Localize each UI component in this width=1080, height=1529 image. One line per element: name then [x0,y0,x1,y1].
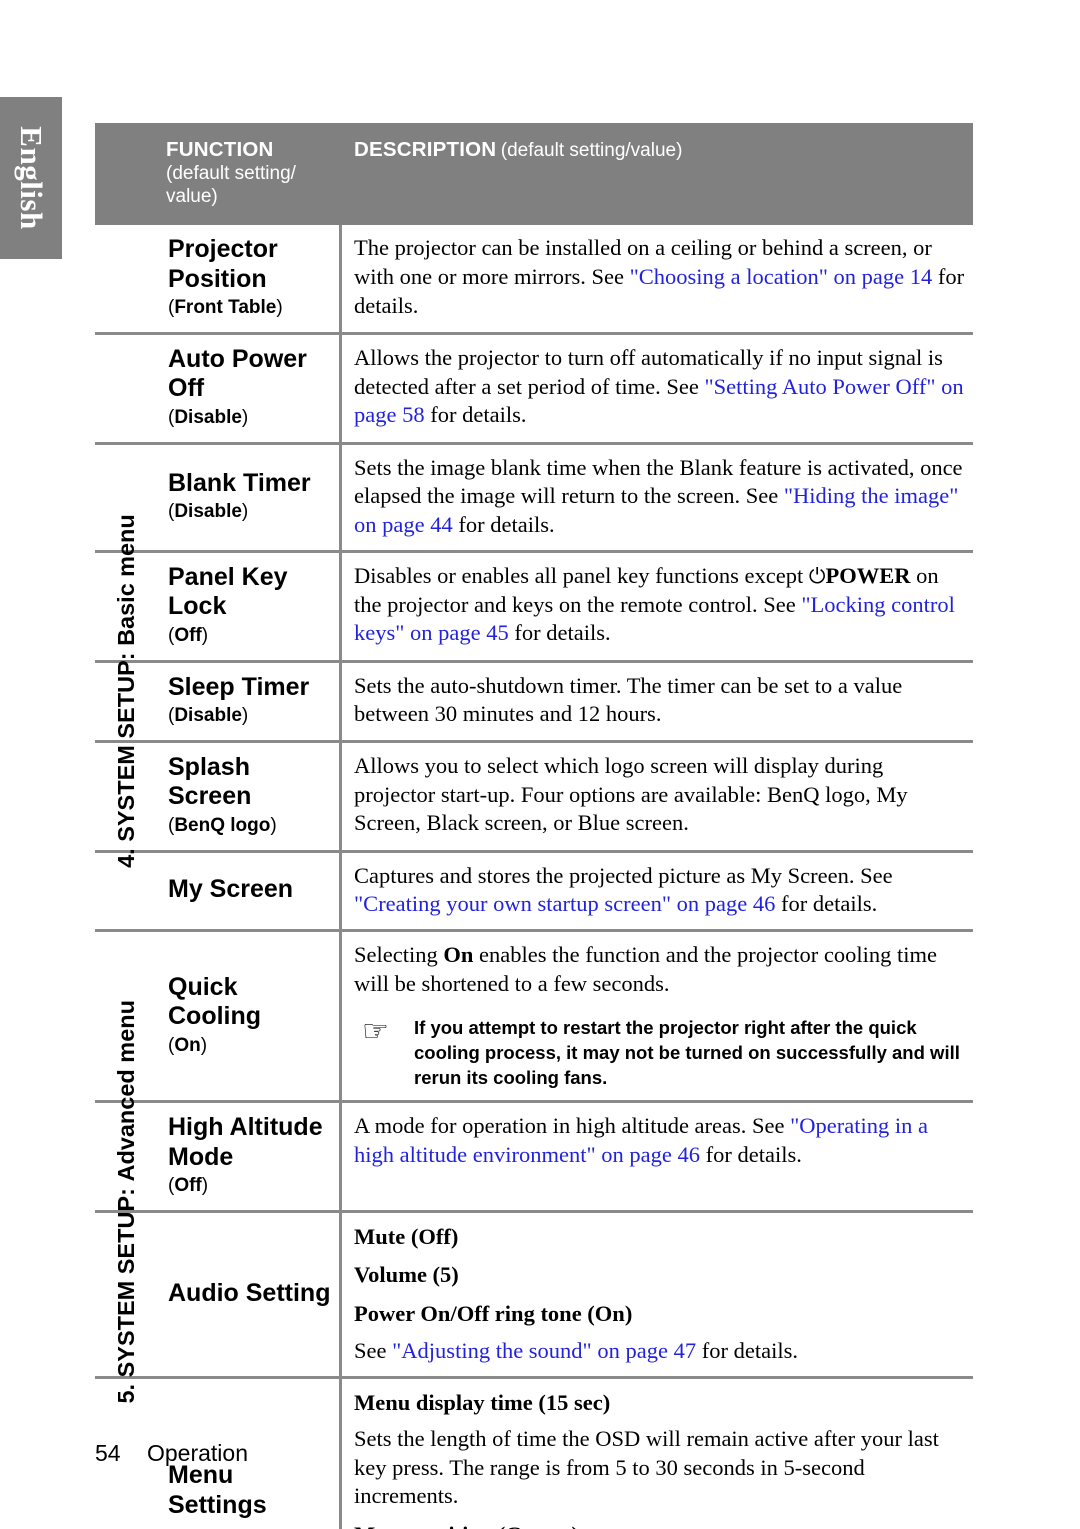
callout-note-text: If you attempt to restart the projector … [414,1016,960,1089]
description-subheading: Volume (5) [354,1262,459,1288]
description-text: Sets the length of time the OSD will rem… [354,1425,939,1509]
table-body: Projector Position (Front Table) The proje… [95,225,973,1529]
language-tab: English [0,97,62,259]
description-subheading: Power On/Off ring tone (On) [354,1300,633,1326]
group-label: 4. SYSTEM SETUP: Basic menu [113,513,140,868]
header-function-cell: FUNCTION (default setting/ value) [158,123,342,225]
description-subheading: Menu position (Center) [354,1520,965,1529]
header-function-title: FUNCTION [166,138,274,161]
description-text: Sets the image blank time when the Blank… [354,454,963,538]
function-default-value: (Front Table) [168,297,283,318]
description-text: Captures and stores the projected pictur… [354,862,893,917]
function-cell: Audio Setting [158,1213,342,1376]
callout-note: ☞ If you attempt to restart the projector… [354,1015,965,1090]
description-text: A mode for operation in high altitude ar… [354,1113,929,1168]
table-row: High Altitude Mode (Off) A mode for operat… [95,1100,973,1211]
description-cell: Selecting On enables the function and th… [342,932,973,1100]
table-row: Panel Key Lock (Off) Disables or enables a… [95,549,973,660]
footer-section-label: Operation [146,1440,248,1466]
function-cell: Splash Screen (BenQ logo) [158,742,342,850]
function-name: Sleep Timer [168,672,310,701]
table-row: Audio Setting Mute (Off) Volume (5) Power O… [95,1210,973,1376]
function-cell: Blank Timer (Disable) [158,444,342,550]
group-label: 5. SYSTEM SETUP: Advanced menu [113,1000,140,1404]
group-label-wrapper: 5. SYSTEM SETUP: Advanced menu [95,1000,158,1404]
function-default-value: (Off) [168,624,209,646]
group-label-line-1: 4. SYSTEM SETUP: Basic [113,582,140,868]
function-name: Menu Settings [168,1461,267,1519]
description-cell: Disables or enables all panel key functi… [342,553,973,660]
table-row: Quick Cooling (On) Selecting On enables th… [95,929,973,1101]
function-default-value: (Disable) [168,406,249,428]
function-default-value: (On) [168,1034,208,1056]
table-row: Projector Position (Front Table) The proje… [95,225,973,332]
function-cell: Panel Key Lock (Off) [158,552,342,660]
description-cell: Captures and stores the projected pictur… [342,853,973,930]
description-cell: Sets the auto-shutdown timer. The timer … [342,663,973,740]
function-name: Quick Cooling [168,972,262,1031]
pointing-hand-icon: ☞ [362,1013,389,1049]
page-footer: 54 Operation [95,1440,248,1467]
function-cell: Quick Cooling (On) [158,932,342,1101]
function-name: My Screen [168,875,294,904]
function-cell: My Screen [158,852,342,930]
footer-page-number: 54 [95,1440,121,1466]
function-cell: Projector Position (Front Table) [158,225,342,332]
function-name: Panel Key Lock [168,562,288,621]
function-description-table: FUNCTION (default setting/ value) DESCRI… [95,123,973,1529]
function-default-value: (Off) [168,1175,209,1197]
header-description-title: DESCRIPTION [354,138,497,161]
description-subheading: Mute (Off) [354,1224,459,1250]
header-description-line: DESCRIPTION (default setting/value) [354,137,963,162]
function-default-value: (Disable) [168,705,249,727]
group-label-line-2: menu [113,513,140,577]
function-name: Audio Setting [168,1278,331,1307]
group-label-line-1: 5. SYSTEM SETUP: [113,1188,140,1404]
description-text: Allows you to select which logo screen w… [354,752,908,836]
function-name: Blank Timer [168,468,311,497]
manual-page: English FUNCTION (default setting/ value… [0,0,1080,1529]
group-basic: 4. SYSTEM SETUP: Basic menu [95,330,158,1051]
description-text: Disables or enables all panel key functi… [354,562,955,646]
description-cell: The projector can be installed on a ceil… [342,225,973,332]
header-spacer-cell [95,123,158,225]
table-row: Blank Timer (Disable) Sets the image blank… [95,441,973,550]
language-tab-label: English [14,126,49,230]
header-description-subtitle: (default setting/value) [500,140,683,161]
group-label-line-2: Advanced menu [113,1000,140,1182]
function-cell: Auto Power Off (Disable) [158,334,342,442]
function-name: Splash Screen [168,752,252,811]
table-row: My Screen Captures and stores the project… [95,849,973,930]
description-text: Allows the projector to turn off automat… [354,344,964,428]
function-name: Auto Power Off [168,344,307,403]
function-cell: Sleep Timer (Disable) [158,662,342,740]
group-advanced: 5. SYSTEM SETUP: Advanced menu [95,1000,158,1404]
description-cell: Mute (Off) Volume (5) Power On/Off ring to… [342,1213,973,1376]
description-cell: Sets the image blank time when the Blank… [342,445,973,550]
table-row: Sleep Timer (Disable) Sets the auto-shutdo… [95,659,973,740]
description-cell: A mode for operation in high altitude ar… [342,1103,973,1210]
header-description-cell: DESCRIPTION (default setting/value) [342,123,973,225]
function-name: High Altitude Mode [168,1113,323,1171]
description-subheading: Menu display time (15 sec) [354,1389,611,1415]
function-default-value: (Disable) [168,501,249,523]
description-text: Selecting On enables the function and th… [354,942,937,997]
description-text: The projector can be installed on a ceil… [354,235,965,318]
description-text: See "Adjusting the sound" on page 47 for… [354,1337,798,1363]
description-cell: Allows you to select which logo screen w… [342,743,973,850]
table-header: FUNCTION (default setting/ value) DESCRI… [95,123,973,225]
function-name: Projector Position [168,235,278,293]
table-row: Splash Screen (BenQ logo) Allows you to se… [95,739,973,850]
table-row: Auto Power Off (Disable) Allows the projec… [95,331,973,442]
group-label-wrapper: 4. SYSTEM SETUP: Basic menu [95,330,158,1051]
function-cell: High Altitude Mode (Off) [158,1103,342,1211]
description-text: Sets the auto-shutdown timer. The timer … [354,672,903,727]
description-cell: Allows the projector to turn off automat… [342,335,973,442]
header-function-subtitle: (default setting/ value) [166,163,296,208]
function-default-value: (BenQ logo) [168,814,277,836]
row-group-column [95,225,158,332]
description-cell: Menu display time (15 sec) Sets the lengt… [342,1379,973,1529]
